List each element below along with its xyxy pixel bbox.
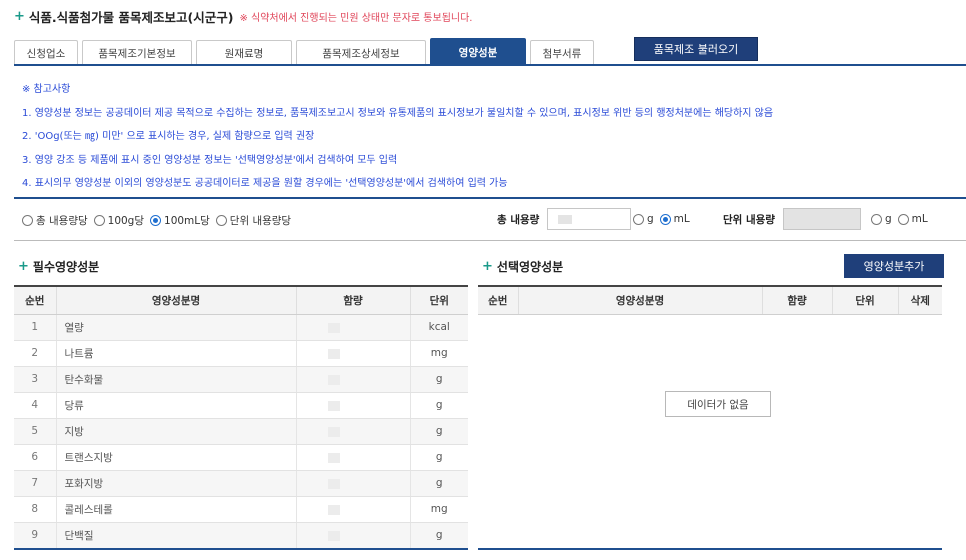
unit-content-label: 단위 내용량 <box>723 213 775 226</box>
plus-icon: + <box>482 258 493 274</box>
amount-input[interactable] <box>296 366 411 393</box>
page-title: 식품.식품첨가물 품목제조보고(시군구) <box>28 9 234 25</box>
table-row: 2 나트륨 mg <box>14 340 468 367</box>
required-nutrient-table: 순번 영양성분명 함량 단위 1 열량 kcal 2 나트륨 mg 3 탄수화물… <box>14 287 468 549</box>
radio-icon[interactable] <box>93 214 105 226</box>
sms-notice: ※ 식약처에서 진행되는 민원 상태만 문자로 통보됩니다. <box>239 12 473 24</box>
optional-section-title: + 선택영양성분 <box>482 258 564 274</box>
tab-nutrition[interactable]: 영양성분 <box>430 38 526 65</box>
tab-attachments[interactable]: 첨부서류 <box>530 40 594 65</box>
amount-input[interactable] <box>296 392 411 419</box>
notes-divider <box>14 197 966 199</box>
radio-selected-icon[interactable] <box>150 214 162 226</box>
total-content-input[interactable] <box>547 208 632 230</box>
amount-input[interactable] <box>296 522 411 549</box>
optional-table-bottom-border <box>478 548 942 550</box>
basis-radio-group: 총 내용량당 100g당 100mL당 단위 내용량당 <box>22 210 297 230</box>
empty-data-message: 데이터가 없음 <box>665 391 771 417</box>
unit-unit-ml[interactable]: mL <box>897 213 928 225</box>
basis-option-total[interactable]: 총 내용량당 <box>22 213 88 228</box>
table-header-row: 순번 영양성분명 함량 단위 <box>14 287 468 315</box>
col-header-no: 순번 <box>14 287 57 315</box>
amount-input[interactable] <box>296 418 411 445</box>
table-row: 6 트랜스지방 g <box>14 444 468 471</box>
tab-basic-info[interactable]: 품목제조기본정보 <box>82 40 192 65</box>
required-section-title: + 필수영양성분 <box>18 258 100 274</box>
basis-divider <box>14 240 966 241</box>
tab-detail-info[interactable]: 품목제조상세정보 <box>296 40 426 65</box>
total-content-unit-group: g mL <box>633 213 696 225</box>
col-header-name: 영양성분명 <box>518 287 763 315</box>
unit-content-input[interactable] <box>782 208 861 230</box>
unit-content-group: 단위 내용량 <box>723 208 869 230</box>
col-header-unit: 단위 <box>410 287 468 315</box>
plus-icon: + <box>18 258 29 274</box>
tab-raw-materials[interactable]: 원재료명 <box>196 40 292 65</box>
notes-heading: ※ 참고사항 <box>22 84 71 95</box>
radio-icon[interactable] <box>633 213 644 225</box>
amount-input[interactable] <box>296 314 411 341</box>
radio-icon[interactable] <box>871 213 882 225</box>
tab-applicant[interactable]: 신청업소 <box>14 40 78 65</box>
amount-input[interactable] <box>296 470 411 497</box>
plus-icon: + <box>14 8 25 24</box>
radio-icon[interactable] <box>215 214 227 226</box>
redacted-value <box>558 215 573 224</box>
radio-icon[interactable] <box>22 214 33 226</box>
tab-divider <box>14 64 966 66</box>
col-header-no: 순번 <box>478 287 519 315</box>
note-item: 2. 'OOg(또는 ㎎) 미만' 으로 표시하는 경우, 실제 함량으로 입력… <box>22 131 315 142</box>
table-header-row: 순번 영양성분명 함량 단위 삭제 <box>478 287 942 315</box>
total-unit-g[interactable]: g <box>633 213 654 225</box>
page-header: + 식품.식품첨가물 품목제조보고(시군구) ※ 식약처에서 진행되는 민원 상… <box>14 8 473 25</box>
col-header-name: 영양성분명 <box>56 287 297 315</box>
col-header-amount: 함량 <box>296 287 411 315</box>
unit-content-unit-group: g mL <box>871 213 934 225</box>
radio-selected-icon[interactable] <box>659 213 671 225</box>
tab-bar: 신청업소 품목제조기본정보 원재료명 품목제조상세정보 영양성분 첨부서류 <box>14 37 598 65</box>
note-item: 4. 표시의무 영양성분 이외의 영양성분도 공공데이터로 제공을 원할 경우에… <box>22 178 508 189</box>
col-header-unit: 단위 <box>832 287 899 315</box>
note-item: 3. 영양 강조 등 제품에 표시 중인 영양성분 정보는 '선택영양성분'에서… <box>22 154 398 166</box>
table-row: 5 지방 g <box>14 418 468 445</box>
basis-option-unit[interactable]: 단위 내용량당 <box>215 213 291 228</box>
amount-input[interactable] <box>296 444 411 471</box>
table-row: 3 탄수화물 g <box>14 366 468 393</box>
table-row: 7 포화지방 g <box>14 470 468 497</box>
table-row: 9 단백질 g <box>14 522 468 549</box>
col-header-amount: 함량 <box>762 287 833 315</box>
table-row: 1 열량 kcal <box>14 314 468 341</box>
total-unit-ml[interactable]: mL <box>659 213 690 225</box>
required-table-bottom-border <box>14 548 468 550</box>
optional-nutrient-table: 순번 영양성분명 함량 단위 삭제 <box>478 287 942 315</box>
unit-unit-g[interactable]: g <box>871 213 892 225</box>
basis-option-100ml[interactable]: 100mL당 <box>150 213 210 228</box>
total-content-label: 총 내용량 <box>497 213 540 226</box>
add-nutrient-button[interactable]: 영양성분추가 <box>844 254 944 278</box>
table-row: 8 콜레스테롤 mg <box>14 496 468 523</box>
radio-icon[interactable] <box>897 213 909 225</box>
col-header-delete: 삭제 <box>898 287 942 315</box>
note-item: 1. 영양성분 정보는 공공데이터 제공 목적으로 수집하는 정보로, 품목제조… <box>22 107 774 119</box>
amount-input[interactable] <box>296 496 411 523</box>
basis-option-100g[interactable]: 100g당 <box>93 213 144 228</box>
amount-input[interactable] <box>296 340 411 367</box>
reference-notes: ※ 참고사항 1. 영양성분 정보는 공공데이터 제공 목적으로 수집하는 정보… <box>22 80 962 198</box>
load-product-report-button[interactable]: 품목제조 불러오기 <box>634 37 758 61</box>
total-content-group: 총 내용량 <box>497 208 639 230</box>
table-row: 4 당류 g <box>14 392 468 419</box>
